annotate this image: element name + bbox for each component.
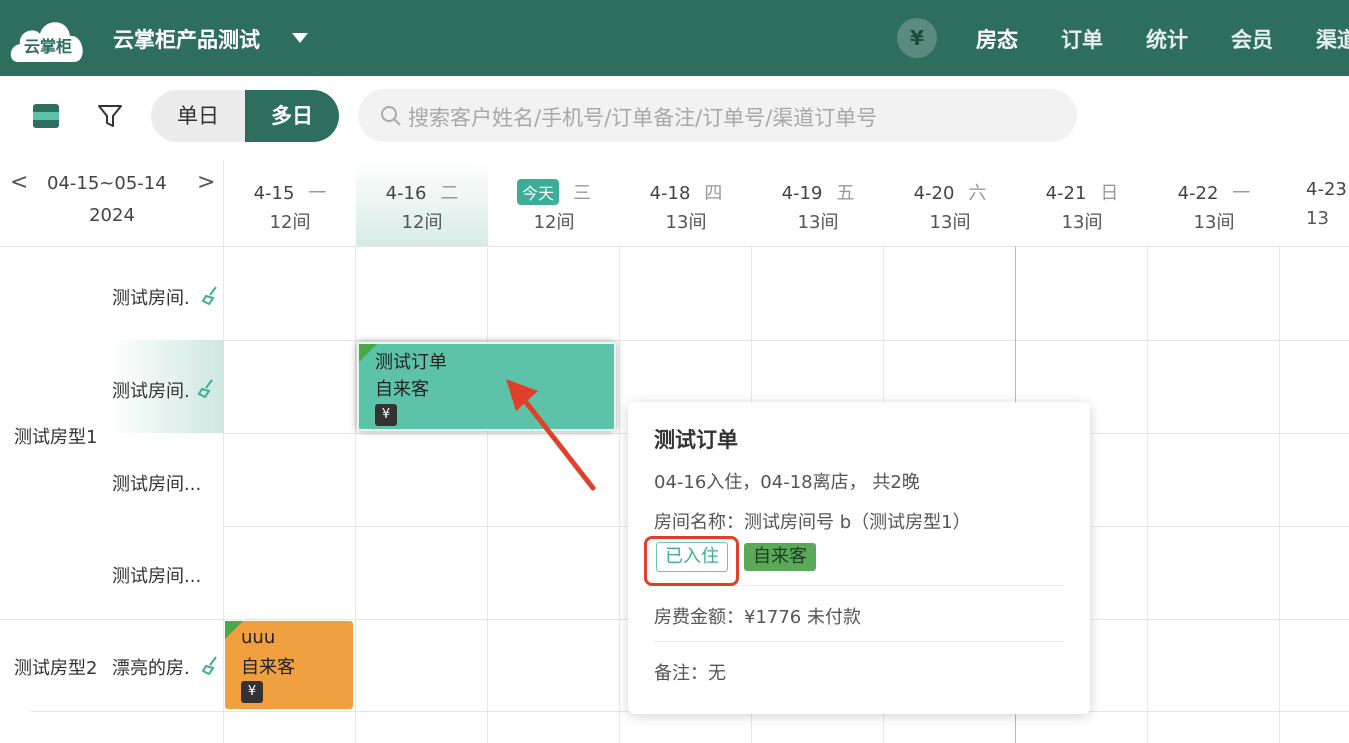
- order-block[interactable]: uuu 自来客 ¥: [225, 621, 353, 709]
- layout-icon[interactable]: [33, 104, 59, 128]
- payment-icon: ¥: [241, 681, 263, 703]
- range-year: 2024: [89, 205, 135, 226]
- order-channel: 自来客: [241, 657, 295, 678]
- nav-channels[interactable]: 渠道: [1316, 24, 1349, 54]
- day-room-count: 13间: [1061, 212, 1103, 233]
- day-room-count: 13间: [797, 212, 839, 233]
- day-header[interactable]: 4-21 日 13间: [1016, 160, 1148, 246]
- currency-icon[interactable]: ¥: [897, 18, 937, 58]
- day-weekday: 四: [704, 183, 723, 204]
- room-type-name: 测试房型2: [14, 658, 98, 679]
- grid-divider: [619, 246, 620, 743]
- multi-day-button[interactable]: 多日: [245, 90, 339, 142]
- today-badge: 今天: [516, 179, 559, 205]
- room-name[interactable]: 漂亮的房.: [112, 654, 190, 680]
- day-date: 4-16: [385, 183, 427, 204]
- search-icon: [380, 105, 402, 127]
- payment-icon: ¥: [375, 404, 397, 426]
- grid-divider: [355, 246, 356, 743]
- annotation-arrow: [506, 379, 596, 491]
- day-header-today[interactable]: 今天三 12间: [488, 160, 620, 246]
- day-date: 4-20: [913, 183, 955, 204]
- day-weekday: 一: [308, 183, 327, 204]
- room-name[interactable]: 测试房间...: [112, 562, 201, 588]
- room-type-name: 测试房型1: [14, 427, 98, 448]
- shop-name[interactable]: 云掌柜产品测试: [113, 24, 260, 54]
- channel-badge: 自来客: [744, 543, 816, 571]
- next-range-button[interactable]: >: [197, 170, 215, 195]
- day-header[interactable]: 4-19 五 13间: [752, 160, 884, 246]
- broom-icon[interactable]: [196, 377, 218, 399]
- popup-divider: [654, 641, 1064, 642]
- popup-room-name: 房间名称：测试房间号 b（测试房型1）: [654, 512, 971, 533]
- search-input[interactable]: 搜索客户姓名/手机号/订单备注/订单号/渠道订单号: [358, 89, 1077, 142]
- annotation-highlight-box: [644, 536, 739, 586]
- day-weekday: 一: [1232, 183, 1251, 204]
- day-date: 4-23: [1306, 179, 1347, 200]
- single-day-button[interactable]: 单日: [151, 90, 245, 142]
- order-title: 测试订单: [375, 352, 447, 373]
- day-room-count: 13: [1306, 208, 1329, 229]
- order-channel: 自来客: [375, 379, 429, 400]
- nav-members[interactable]: 会员: [1231, 24, 1273, 54]
- day-date: 4-19: [781, 183, 823, 204]
- day-weekday: 六: [968, 183, 987, 204]
- order-title: uuu: [241, 627, 276, 648]
- day-weekday: 五: [836, 183, 855, 204]
- filter-icon[interactable]: [96, 102, 124, 130]
- day-header[interactable]: 4-18 四 13间: [620, 160, 752, 246]
- day-date: 4-18: [649, 183, 691, 204]
- nav-statistics[interactable]: 统计: [1146, 24, 1188, 54]
- day-date: 4-21: [1045, 183, 1087, 204]
- grid-divider: [224, 340, 1349, 341]
- logo-cloud-icon[interactable]: 云掌柜: [8, 12, 88, 64]
- popup-title: 测试订单: [654, 428, 738, 452]
- room-name[interactable]: 测试房间.: [112, 377, 190, 403]
- day-date: 4-15: [253, 183, 295, 204]
- top-bar: 云掌柜 云掌柜产品测试 ¥ 房态 订单 统计 会员 渠道: [0, 0, 1349, 76]
- popup-remark: 备注：无: [654, 663, 726, 684]
- grid-divider: [487, 246, 488, 743]
- broom-icon[interactable]: [200, 284, 222, 306]
- view-mode-toggle: 单日 多日: [151, 90, 339, 142]
- search-placeholder: 搜索客户姓名/手机号/订单备注/订单号/渠道订单号: [408, 106, 878, 130]
- day-weekday: 二: [440, 183, 459, 204]
- nav-room-status[interactable]: 房态: [976, 24, 1018, 54]
- day-header[interactable]: 4-15 一 12间: [224, 160, 356, 246]
- day-header-selected[interactable]: 4-16 二 12间: [356, 160, 488, 246]
- logo-text: 云掌柜: [23, 37, 72, 56]
- day-room-count: 13间: [929, 212, 971, 233]
- day-date: 4-22: [1177, 183, 1219, 204]
- day-header[interactable]: 4-23 13: [1280, 160, 1349, 246]
- day-room-count: 12间: [269, 212, 311, 233]
- day-weekday: 三: [573, 183, 591, 204]
- grid-divider: [223, 160, 224, 743]
- day-room-count: 12间: [533, 212, 575, 233]
- nav-orders[interactable]: 订单: [1061, 24, 1103, 54]
- day-header[interactable]: 4-22 一 13间: [1148, 160, 1280, 246]
- day-weekday: 日: [1100, 183, 1119, 204]
- chevron-down-icon[interactable]: [292, 33, 308, 43]
- grid-divider: [1147, 246, 1148, 743]
- day-header[interactable]: 4-20 六 13间: [884, 160, 1016, 246]
- popup-stay-dates: 04-16入住，04-18离店， 共2晚: [654, 472, 920, 493]
- date-range: 04-15~05-14: [47, 173, 167, 194]
- day-room-count: 13间: [1193, 212, 1235, 233]
- grid-divider: [1279, 246, 1280, 743]
- room-name[interactable]: 测试房间...: [112, 470, 201, 496]
- popup-fee: 房费金额：¥1776 未付款: [654, 607, 861, 628]
- prev-range-button[interactable]: <: [10, 170, 28, 195]
- day-room-count: 12间: [401, 212, 443, 233]
- day-room-count: 13间: [665, 212, 707, 233]
- broom-icon[interactable]: [200, 654, 222, 676]
- room-name[interactable]: 测试房间.: [112, 284, 190, 310]
